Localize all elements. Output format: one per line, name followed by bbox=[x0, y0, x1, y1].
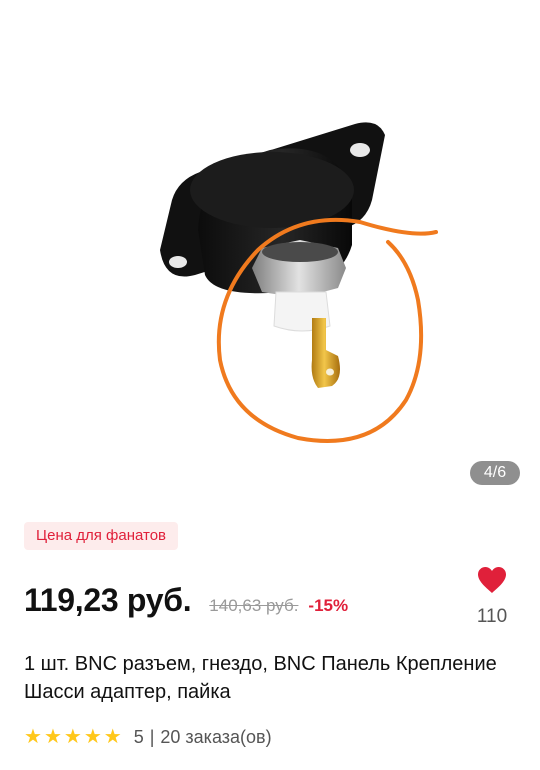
rating-row[interactable]: ★ ★ ★ ★ ★ 5 | 20 заказа(ов) bbox=[24, 724, 272, 750]
wishlist-button[interactable]: 110 bbox=[466, 566, 518, 628]
price-row: 119,23 руб. 140,63 руб. -15% bbox=[24, 582, 348, 626]
star-icon: ★ bbox=[103, 726, 122, 748]
star-icon: ★ bbox=[63, 726, 82, 748]
heart-icon bbox=[478, 567, 506, 593]
wishlist-count: 110 bbox=[476, 606, 508, 627]
fan-price-badge: Цена для фанатов bbox=[24, 522, 179, 550]
star-icon: ★ bbox=[43, 726, 62, 748]
orders-count: 20 заказа(ов) bbox=[160, 726, 272, 747]
image-counter: 4/6 bbox=[470, 461, 520, 485]
old-price: 140,63 руб. bbox=[209, 596, 299, 615]
rating-score: 5 bbox=[133, 726, 144, 747]
current-price: 119,23 руб. bbox=[24, 582, 192, 618]
product-title: 1 шт. BNC разъем, гнездо, BNC Панель Кре… bbox=[24, 653, 497, 703]
star-icon: ★ bbox=[83, 726, 102, 748]
rating-separator: | bbox=[149, 726, 155, 747]
rating-stars: ★ ★ ★ ★ ★ bbox=[24, 727, 122, 747]
product-image-gallery[interactable]: 4/6 bbox=[0, 0, 540, 505]
star-icon: ★ bbox=[24, 726, 42, 748]
discount-badge: -15% bbox=[308, 596, 349, 615]
product-photo bbox=[160, 122, 438, 443]
